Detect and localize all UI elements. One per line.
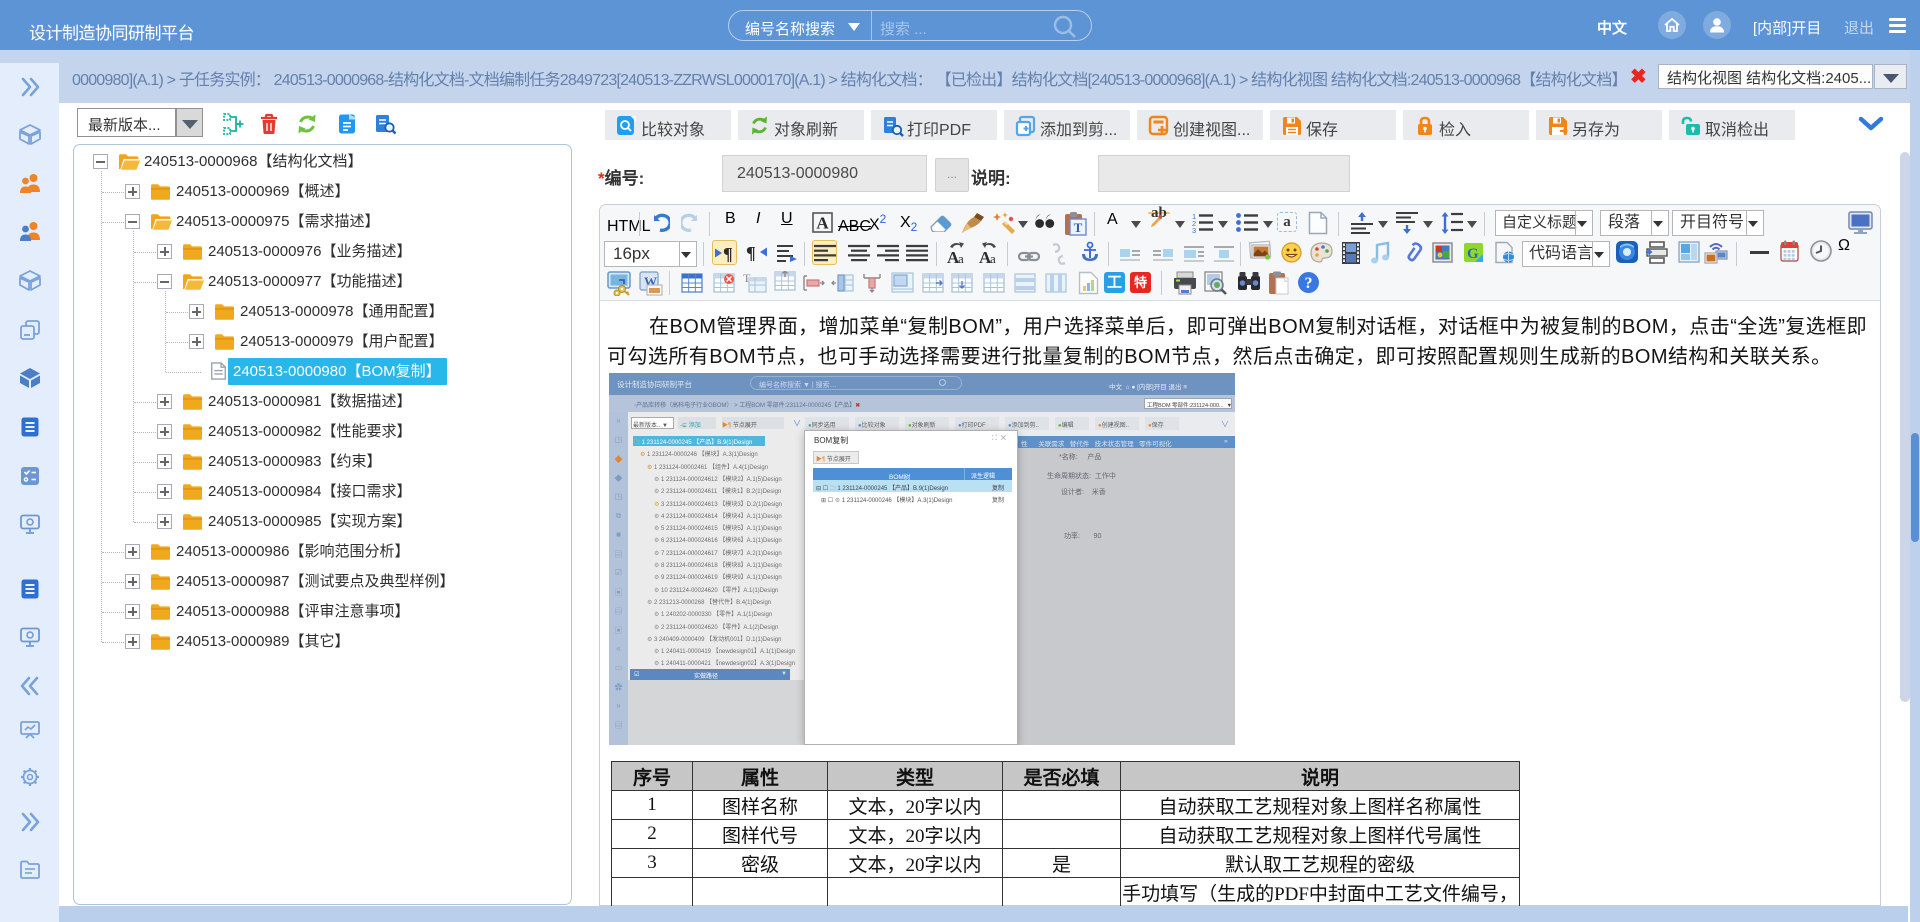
svg-text:T: T <box>1074 220 1083 235</box>
svg-text:¶: ¶ <box>746 243 756 262</box>
svg-text:¶: ¶ <box>723 244 733 263</box>
svg-text:3: 3 <box>1192 226 1196 233</box>
svg-text:A: A <box>816 214 829 233</box>
svg-text:a: a <box>990 251 996 265</box>
svg-text:G: G <box>1467 246 1479 262</box>
svg-text:?: ? <box>1305 275 1313 292</box>
svg-text:a: a <box>958 251 964 265</box>
